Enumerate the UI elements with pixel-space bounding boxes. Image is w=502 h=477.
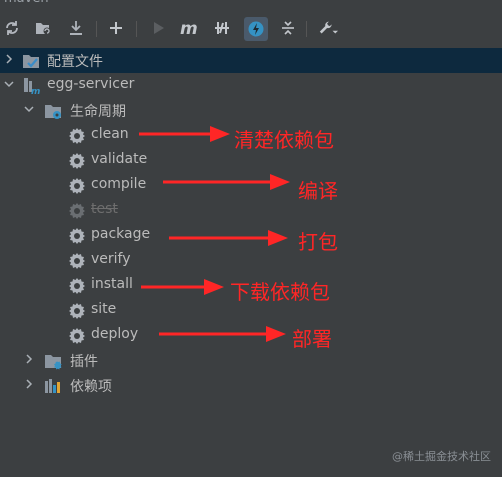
svg-text:m: m bbox=[180, 20, 198, 36]
annotation-install: 下载依赖包 bbox=[230, 280, 330, 304]
lifecycle-phase-test[interactable]: test bbox=[0, 198, 502, 223]
plugins-folder-icon bbox=[45, 355, 62, 370]
tree-item-label: 依赖项 bbox=[70, 379, 112, 395]
gear-icon bbox=[69, 228, 85, 244]
watermark: @稀土掘金技术社区 bbox=[392, 450, 491, 463]
phase-label: compile bbox=[91, 176, 147, 192]
execute-goal-icon[interactable]: m bbox=[180, 18, 200, 38]
download-icon[interactable] bbox=[66, 18, 86, 38]
phase-label: site bbox=[91, 301, 117, 317]
annotation-compile: 编译 bbox=[298, 179, 338, 203]
tree-item-config-files[interactable]: 配置文件 bbox=[0, 48, 502, 73]
tree-item-label: 配置文件 bbox=[47, 54, 103, 70]
gear-icon bbox=[69, 178, 85, 194]
gear-icon bbox=[69, 303, 85, 319]
toolbar-separator bbox=[96, 21, 97, 37]
tree-item-plugins[interactable]: 插件 bbox=[0, 348, 502, 373]
toggle-offline-icon[interactable] bbox=[212, 18, 232, 38]
settings-wrench-icon[interactable] bbox=[318, 18, 338, 38]
config-folder-icon bbox=[23, 55, 39, 68]
gear-icon bbox=[69, 153, 85, 169]
annotation-arrow-install bbox=[141, 279, 224, 295]
tree-item-dependencies[interactable]: 依赖项 bbox=[0, 373, 502, 398]
phase-label: clean bbox=[91, 126, 129, 142]
toolbar-separator bbox=[306, 21, 307, 37]
annotation-package: 打包 bbox=[298, 230, 338, 254]
run-icon[interactable] bbox=[148, 18, 168, 38]
tree-item-project[interactable]: m egg-servicer bbox=[0, 73, 502, 98]
phase-label: verify bbox=[91, 251, 131, 267]
skip-tests-icon[interactable] bbox=[244, 17, 268, 41]
tree-item-label: 插件 bbox=[70, 354, 98, 370]
annotation-arrow-compile bbox=[163, 174, 290, 190]
gear-icon bbox=[69, 278, 85, 294]
lifecycle-phase-verify[interactable]: verify bbox=[0, 248, 502, 273]
tree-item-label: egg-servicer bbox=[47, 76, 135, 92]
phase-label: test bbox=[91, 201, 118, 217]
phase-label: validate bbox=[91, 151, 148, 167]
toolbar-separator bbox=[136, 21, 137, 37]
chevron-down-icon[interactable] bbox=[4, 79, 14, 89]
gear-icon bbox=[69, 253, 85, 269]
phase-label: deploy bbox=[91, 326, 139, 342]
chevron-right-icon[interactable] bbox=[24, 379, 34, 389]
tree-item-label: 生命周期 bbox=[70, 104, 126, 120]
annotation-deploy: 部署 bbox=[292, 327, 332, 351]
chevron-right-icon[interactable] bbox=[4, 54, 14, 64]
phase-label: package bbox=[91, 226, 151, 242]
add-icon[interactable] bbox=[106, 18, 126, 38]
window-title: maven bbox=[4, 0, 49, 6]
maven-project-icon: m bbox=[24, 78, 40, 95]
annotation-arrow-deploy bbox=[159, 326, 286, 342]
svg-text:m: m bbox=[31, 87, 40, 95]
phase-label: install bbox=[91, 276, 133, 292]
chevron-right-icon[interactable] bbox=[24, 354, 34, 364]
tree-item-lifecycle[interactable]: 生命周期 bbox=[0, 98, 502, 123]
chevron-down-icon[interactable] bbox=[24, 104, 34, 114]
annotation-arrow-package bbox=[169, 230, 288, 246]
lifecycle-folder-icon bbox=[45, 105, 61, 119]
reload-icon[interactable] bbox=[2, 18, 22, 38]
gear-icon bbox=[69, 203, 85, 219]
annotation-arrow-clean bbox=[139, 126, 230, 142]
gear-icon bbox=[69, 328, 85, 344]
window-title-strip: maven bbox=[0, 0, 502, 8]
gear-icon bbox=[69, 128, 85, 144]
annotation-clean: 清楚依赖包 bbox=[234, 128, 334, 152]
collapse-all-icon[interactable] bbox=[278, 18, 298, 38]
generate-sources-icon[interactable] bbox=[34, 18, 54, 38]
maven-toolbar: m bbox=[0, 8, 502, 49]
dependencies-library-icon bbox=[45, 379, 60, 393]
